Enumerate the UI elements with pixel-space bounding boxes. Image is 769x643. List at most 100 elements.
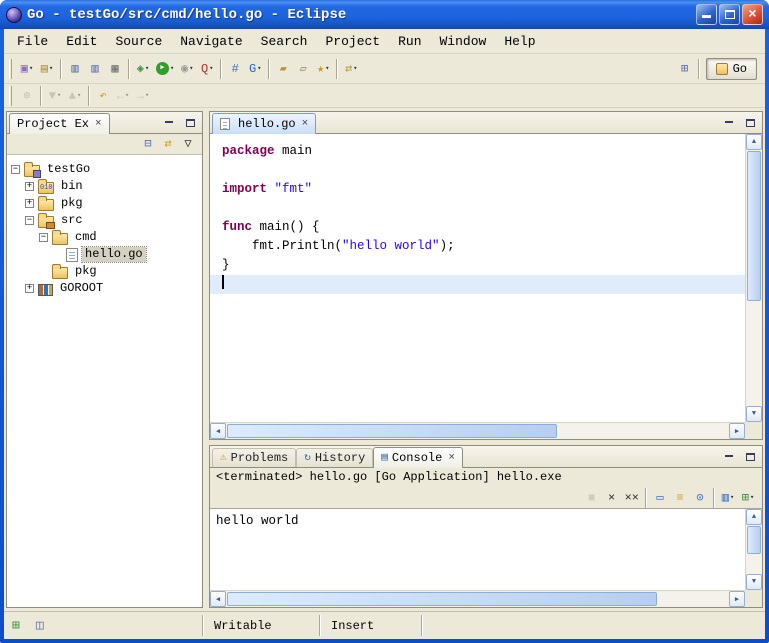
team-sync-button[interactable]: ⇄▾ [341, 58, 361, 80]
maximize-button[interactable] [719, 4, 740, 25]
go-perspective-button[interactable]: Go [706, 58, 757, 80]
display-console-button[interactable]: ▥▾ [718, 487, 738, 509]
code-area[interactable]: package main import "fmt" func main() { fm… [210, 134, 745, 422]
run-button[interactable]: ▶▾ [153, 58, 177, 80]
go-tools-button[interactable]: G▾ [245, 58, 265, 80]
close-tab-icon[interactable]: × [446, 452, 455, 464]
scroll-left-button[interactable]: ◀ [210, 591, 226, 607]
close-tab-icon[interactable]: × [93, 118, 102, 130]
previous-annotation-button[interactable]: ▲▾ [65, 85, 85, 107]
scroll-right-button[interactable]: ▶ [729, 591, 745, 607]
expand-icon[interactable]: + [25, 284, 34, 293]
scroll-right-button[interactable]: ▶ [729, 423, 745, 439]
menu-file[interactable]: File [8, 31, 57, 52]
scrollbar-thumb[interactable] [227, 424, 557, 438]
maximize-view-button[interactable] [741, 115, 759, 130]
pin-editor-button[interactable]: ⊕ [17, 85, 37, 107]
open-console-button[interactable]: ⊞▾ [738, 487, 758, 509]
tree-item-testgo[interactable]: −testGo [7, 161, 202, 178]
tab-console[interactable]: ▤Console× [373, 447, 463, 468]
print-button[interactable]: ▦ [105, 58, 125, 80]
last-edit-location-button[interactable]: ↶ [93, 85, 113, 107]
tab-project-explorer[interactable]: Project Ex × [9, 113, 110, 134]
collapse-icon[interactable]: − [11, 165, 20, 174]
expand-icon[interactable]: + [25, 182, 34, 191]
fast-view-button[interactable]: ⊞ [12, 619, 20, 632]
titlebar[interactable]: Go - testGo/src/cmd/hello.go - Eclipse × [0, 0, 769, 29]
profile-button[interactable]: ◉▾ [177, 58, 197, 80]
pin-console-button[interactable]: ⊙ [690, 487, 710, 509]
tree-item-cmd[interactable]: −cmd [7, 229, 202, 246]
scroll-down-button[interactable]: ▼ [746, 406, 762, 422]
code-line[interactable] [210, 199, 745, 218]
scroll-left-button[interactable]: ◀ [210, 423, 226, 439]
menu-edit[interactable]: Edit [57, 31, 106, 52]
tree-item-goroot[interactable]: +GOROOT [7, 280, 202, 297]
new-wizard-button[interactable]: ▣▾ [17, 58, 37, 80]
collapse-icon[interactable]: − [25, 216, 34, 225]
open-resource-button[interactable]: ▱ [293, 58, 313, 80]
minimize-button[interactable] [696, 4, 717, 25]
scroll-up-button[interactable]: ▲ [746, 509, 762, 525]
menu-project[interactable]: Project [316, 31, 389, 52]
collapse-icon[interactable]: − [39, 233, 48, 242]
tree-item-pkg[interactable]: +pkg [7, 195, 202, 212]
view-menu-button[interactable]: ▽ [178, 135, 198, 153]
minimize-view-button[interactable] [720, 449, 738, 464]
code-line[interactable]: package main [210, 142, 745, 161]
back-button[interactable]: ←▾ [113, 85, 133, 107]
console-vertical-scrollbar[interactable]: ▲ ▼ [745, 509, 762, 590]
menu-run[interactable]: Run [389, 31, 430, 52]
tab-hello-go[interactable]: hello.go × [212, 113, 316, 134]
code-editor[interactable]: package main import "fmt" func main() { fm… [210, 134, 762, 439]
external-tools-button[interactable]: Q▾ [197, 58, 217, 80]
code-line[interactable]: import "fmt" [210, 180, 745, 199]
menu-navigate[interactable]: Navigate [171, 31, 251, 52]
console-horizontal-scrollbar[interactable]: ◀ ▶ [210, 590, 745, 607]
link-with-editor-button[interactable]: ⇄ [158, 135, 178, 153]
menu-help[interactable]: Help [495, 31, 544, 52]
save-all-button[interactable]: ▥ [85, 58, 105, 80]
scroll-lock-button[interactable]: ≡ [670, 487, 690, 509]
console-output-area[interactable]: hello world ▲ ▼ ◀ ▶ [210, 509, 762, 607]
menu-window[interactable]: Window [431, 31, 496, 52]
menu-search[interactable]: Search [252, 31, 317, 52]
search-button[interactable]: ★▾ [313, 58, 333, 80]
forward-button[interactable]: →▾ [133, 85, 153, 107]
close-tab-icon[interactable]: × [300, 118, 309, 130]
scroll-down-button[interactable]: ▼ [746, 574, 762, 590]
collapse-all-button[interactable]: ⊟ [138, 135, 158, 153]
editor-horizontal-scrollbar[interactable]: ◀ ▶ [210, 422, 745, 439]
maximize-view-button[interactable] [741, 449, 759, 464]
clear-console-button[interactable]: ▭ [650, 487, 670, 509]
next-annotation-button[interactable]: ▼▾ [45, 85, 65, 107]
scrollbar-thumb[interactable] [747, 526, 761, 554]
expand-icon[interactable]: + [25, 199, 34, 208]
tree-item-hello-go[interactable]: hello.go [7, 246, 202, 263]
code-line[interactable]: fmt.Println("hello world"); [210, 237, 745, 256]
close-button[interactable]: × [742, 4, 763, 25]
remove-launch-button[interactable]: × [602, 487, 622, 509]
open-perspective-button[interactable]: ⊞ [675, 58, 695, 80]
menu-source[interactable]: Source [106, 31, 171, 52]
minimized-view-button[interactable]: ◫ [36, 619, 44, 632]
scrollbar-thumb[interactable] [747, 151, 761, 301]
minimize-view-button[interactable] [160, 115, 178, 130]
code-line[interactable]: func main() { [210, 218, 745, 237]
maximize-view-button[interactable] [181, 115, 199, 130]
tab-problems[interactable]: ⚠Problems [212, 448, 296, 467]
tree-item-bin[interactable]: +bin [7, 178, 202, 195]
remove-all-launches-button[interactable]: ×× [622, 487, 642, 509]
scrollbar-thumb[interactable] [227, 592, 657, 606]
new-go-app-button[interactable]: # [225, 58, 245, 80]
tree-item-pkg[interactable]: pkg [7, 263, 202, 280]
scroll-up-button[interactable]: ▲ [746, 134, 762, 150]
minimize-view-button[interactable] [720, 115, 738, 130]
tree-item-src[interactable]: −src [7, 212, 202, 229]
code-line[interactable] [210, 275, 745, 294]
new-go-element-button[interactable]: ▤▾ [37, 58, 57, 80]
tab-history[interactable]: ↻History [296, 448, 373, 467]
debug-button[interactable]: ◈▾ [133, 58, 153, 80]
code-line[interactable]: } [210, 256, 745, 275]
save-button[interactable]: ▥ [65, 58, 85, 80]
